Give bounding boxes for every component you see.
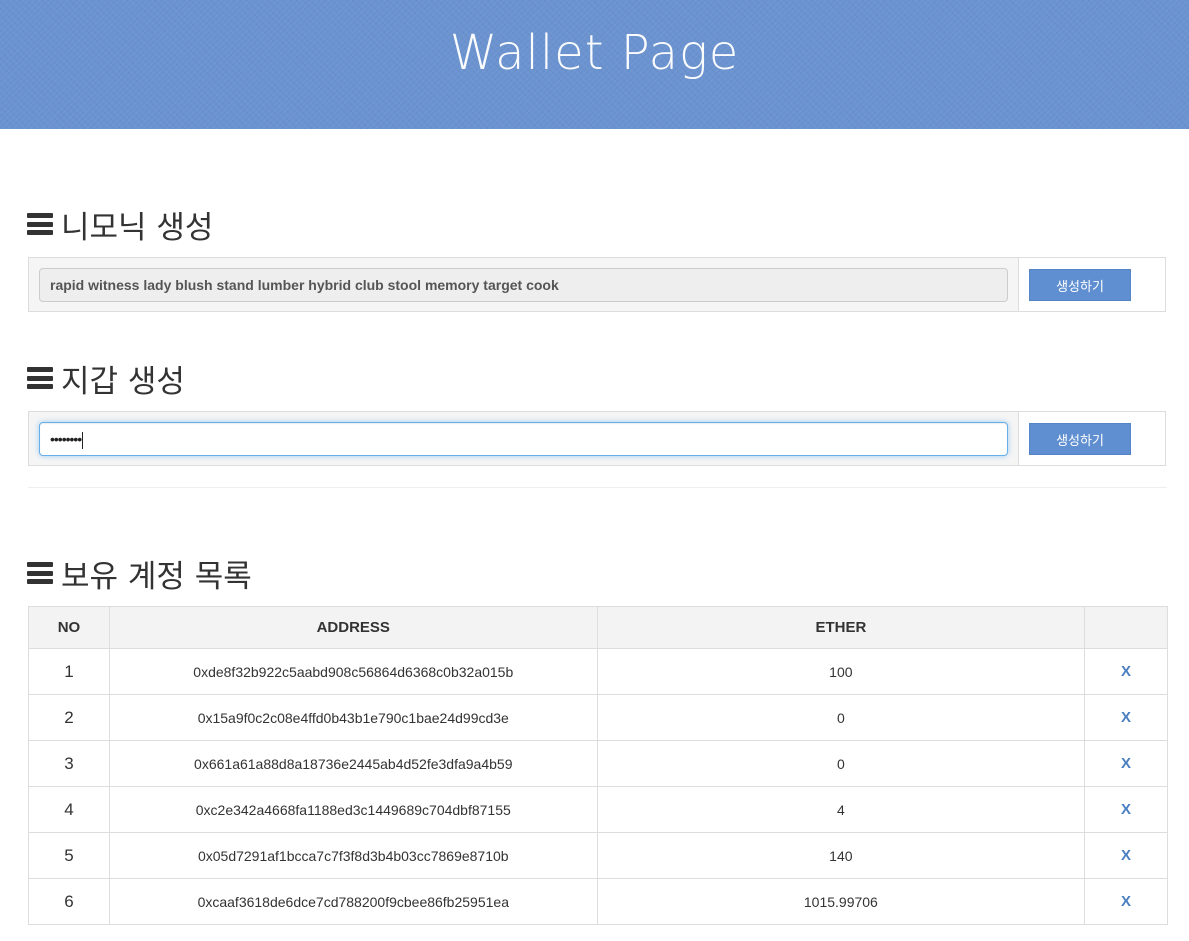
row-ether: 4 <box>596 786 1086 833</box>
table-row: 3 0x661a61a88d8a18736e2445ab4d52fe3dfa9a… <box>28 740 1168 787</box>
delete-account-button[interactable]: X <box>1121 893 1131 910</box>
mnemonic-form: rapid witness lady blush stand lumber hy… <box>28 257 1166 312</box>
row-address: 0xcaaf3618de6dce7cd788200f9cbee86fb25951… <box>108 878 598 925</box>
row-action-cell: X <box>1084 832 1168 879</box>
row-ether: 0 <box>596 740 1086 787</box>
table-row: 2 0x15a9f0c2c08e4ffd0b43b1e790c1bae24d99… <box>28 694 1168 741</box>
table-row: 5 0x05d7291af1bcca7c7f3f8d3b4b03cc7869e8… <box>28 832 1168 879</box>
row-address: 0x15a9f0c2c08e4ffd0b43b1e790c1bae24d99cd… <box>108 694 598 741</box>
row-no: 4 <box>28 786 110 833</box>
column-header-action <box>1084 606 1168 649</box>
row-no: 3 <box>28 740 110 787</box>
row-action-cell: X <box>1084 786 1168 833</box>
text-caret <box>82 431 84 449</box>
row-ether: 100 <box>596 648 1086 695</box>
menu-icon <box>27 213 53 235</box>
generate-wallet-button[interactable]: 생성하기 <box>1029 423 1131 455</box>
mnemonic-field[interactable]: rapid witness lady blush stand lumber hy… <box>39 268 1008 302</box>
menu-icon <box>27 562 53 584</box>
table-row: 6 0xcaaf3618de6dce7cd788200f9cbee86fb259… <box>28 878 1168 925</box>
menu-icon <box>27 367 53 389</box>
row-action-cell: X <box>1084 694 1168 741</box>
row-address: 0x05d7291af1bcca7c7f3f8d3b4b03cc7869e871… <box>108 832 598 879</box>
page-title: Wallet Page <box>449 24 740 81</box>
mnemonic-section-title: 니모닉 생성 <box>61 209 214 246</box>
column-header-ether: ETHER <box>596 606 1086 649</box>
row-ether: 1015.99706 <box>596 878 1086 925</box>
table-row: 1 0xde8f32b922c5aabd908c56864d6368c0b32a… <box>28 648 1168 695</box>
row-address: 0x661a61a88d8a18736e2445ab4d52fe3dfa9a4b… <box>108 740 598 787</box>
row-ether: 0 <box>596 694 1086 741</box>
password-mask: •••••••• <box>50 431 82 447</box>
delete-account-button[interactable]: X <box>1121 709 1131 726</box>
accounts-table: NO ADDRESS ETHER 1 0xde8f32b922c5aabd908… <box>28 606 1168 925</box>
row-no: 6 <box>28 878 110 925</box>
column-header-address: ADDRESS <box>108 606 598 649</box>
password-input-cell: •••••••• <box>29 412 1019 465</box>
accounts-section-heading: 보유 계정 목록 <box>27 553 252 595</box>
row-action-cell: X <box>1084 648 1168 695</box>
column-header-no: NO <box>28 606 110 649</box>
password-field[interactable]: •••••••• <box>39 422 1008 456</box>
row-no: 1 <box>28 648 110 695</box>
row-action-cell: X <box>1084 878 1168 925</box>
row-no: 2 <box>28 694 110 741</box>
row-no: 5 <box>28 832 110 879</box>
mnemonic-input-cell: rapid witness lady blush stand lumber hy… <box>29 258 1019 311</box>
wallet-section-title: 지갑 생성 <box>61 363 185 400</box>
delete-account-button[interactable]: X <box>1121 755 1131 772</box>
section-divider <box>28 487 1167 488</box>
row-address: 0xde8f32b922c5aabd908c56864d6368c0b32a01… <box>108 648 598 695</box>
row-address: 0xc2e342a4668fa1188ed3c1449689c704dbf871… <box>108 786 598 833</box>
mnemonic-section-heading: 니모닉 생성 <box>27 204 214 246</box>
wallet-button-cell: 생성하기 <box>1019 412 1165 465</box>
wallet-form: •••••••• 생성하기 <box>28 411 1166 466</box>
generate-mnemonic-button[interactable]: 생성하기 <box>1029 269 1131 301</box>
mnemonic-button-cell: 생성하기 <box>1019 258 1165 311</box>
wallet-section-heading: 지갑 생성 <box>27 358 185 400</box>
delete-account-button[interactable]: X <box>1121 663 1131 680</box>
table-row: 4 0xc2e342a4668fa1188ed3c1449689c704dbf8… <box>28 786 1168 833</box>
row-ether: 140 <box>596 832 1086 879</box>
page-header: Wallet Page <box>0 0 1189 129</box>
table-header-row: NO ADDRESS ETHER <box>28 606 1168 649</box>
accounts-section-title: 보유 계정 목록 <box>61 558 252 595</box>
delete-account-button[interactable]: X <box>1121 801 1131 818</box>
row-action-cell: X <box>1084 740 1168 787</box>
delete-account-button[interactable]: X <box>1121 847 1131 864</box>
